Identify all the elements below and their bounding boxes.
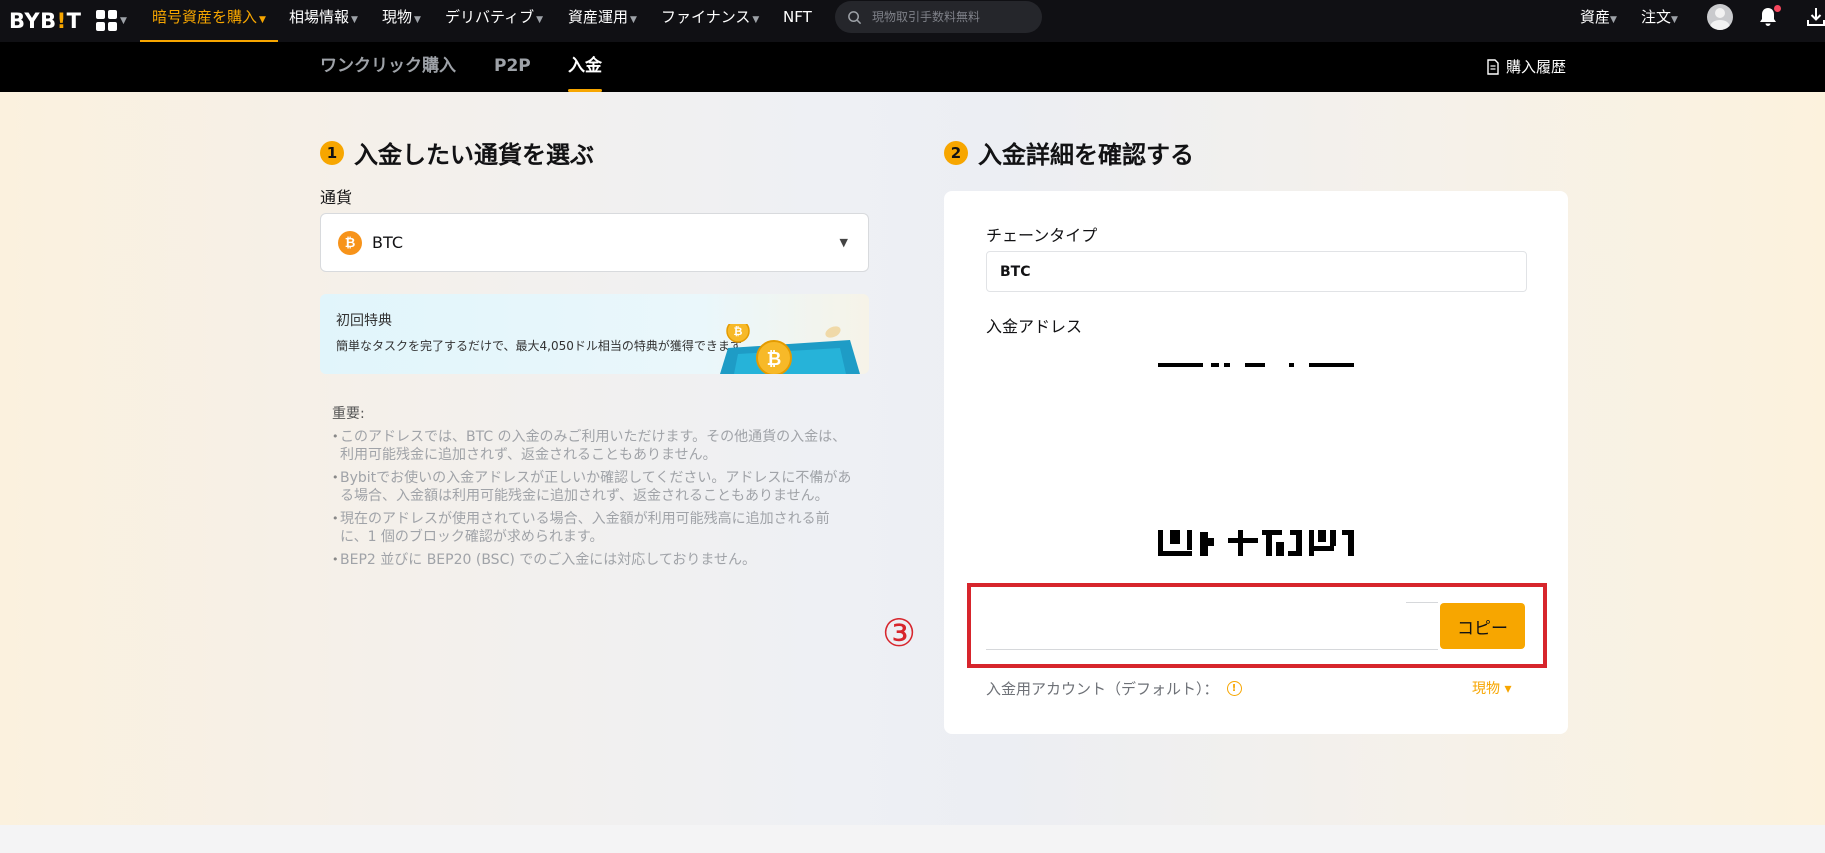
nav-markets[interactable]: 相場情報 ▼ [289, 0, 358, 42]
user-avatar[interactable] [1707, 4, 1733, 30]
account-type-dropdown[interactable]: 現物 ▾ [1472, 678, 1511, 698]
sub-navigation: ワンクリック購入 P2P 入金 購入履歴 [0, 42, 1825, 92]
step-number-badge: 1 [320, 140, 344, 165]
step-1-heading: 1 入金したい通貨を選ぶ [320, 135, 594, 170]
svg-text:₿: ₿ [734, 325, 743, 338]
chevron-down-icon: ▼ [120, 15, 127, 26]
search-icon [848, 10, 862, 24]
step-2-title: 入金詳細を確認する [978, 141, 1194, 169]
chevron-down-icon: ▼ [752, 15, 760, 25]
chevron-down-icon: ▼ [259, 15, 266, 25]
notification-bell-icon[interactable] [1757, 5, 1781, 28]
bitcoin-icon: ₿ [338, 230, 362, 255]
apps-menu-button[interactable]: ▼ [96, 10, 127, 31]
svg-text:₿: ₿ [767, 349, 782, 370]
note-item: BEP2 並びに BEP20 (BSC) でのご入金には対応しておりません。 [332, 551, 857, 569]
promo-title: 初回特典 [336, 313, 392, 329]
chain-type-field[interactable]: BTC [986, 251, 1527, 292]
nav-nft[interactable]: NFT [783, 0, 812, 42]
deposit-address-label: 入金アドレス [986, 317, 1083, 336]
step-2-heading: 2 入金詳細を確認する [944, 135, 1194, 170]
info-icon[interactable]: ! [1226, 681, 1242, 696]
bybit-logo[interactable]: BYB!T [9, 9, 81, 33]
document-icon [1487, 59, 1499, 75]
footer-band [0, 825, 1825, 853]
bitcoin-wallet-illustration: ₿ ₿ [720, 324, 860, 374]
nav-orders[interactable]: 注文▼ [1641, 0, 1678, 34]
tab-deposit[interactable]: 入金 [568, 42, 602, 92]
nav-earn[interactable]: 資産運用 ▼ [568, 0, 637, 42]
search-bar[interactable] [835, 1, 1042, 33]
download-icon[interactable] [1806, 6, 1825, 28]
chevron-down-icon: ▼ [630, 15, 637, 25]
first-bonus-banner[interactable]: 初回特典 簡単なタスクを完了するだけで、最大4,050ドル相当の特典が獲得できま… [320, 294, 869, 374]
chevron-down-icon: ▼ [414, 15, 421, 25]
chevron-down-icon: ▼ [1671, 15, 1678, 25]
notification-dot [1774, 5, 1781, 12]
note-item: Bybitでお使いの入金アドレスが正しいか確認してください。アドレスに不備がある… [332, 469, 857, 505]
top-navigation: BYB!T ▼ 暗号資産を購入 ▼ 相場情報 ▼ 現物 ▼ デリバティブ ▼ 資産運用 ▼… [0, 0, 1825, 42]
nav-derivatives[interactable]: デリバティブ ▼ [445, 0, 543, 42]
step-1-title: 入金したい通貨を選ぶ [354, 141, 594, 169]
apps-grid-icon [96, 10, 117, 31]
highlight-annotation-box [967, 583, 1547, 668]
chevron-down-icon: ▼ [1610, 15, 1617, 25]
chevron-down-icon: ▼ [351, 15, 358, 25]
currency-label: 通貨 [320, 188, 353, 207]
nav-spot[interactable]: 現物 ▼ [382, 0, 421, 42]
chain-type-label: チェーンタイプ [986, 226, 1098, 245]
search-input[interactable] [872, 10, 1032, 24]
annotation-marker-3: ③ [882, 611, 917, 655]
nav-assets[interactable]: 資産▼ [1580, 0, 1617, 34]
notes-heading: 重要: [332, 406, 365, 422]
nav-finance[interactable]: ファイナンス ▼ [661, 0, 759, 42]
step-number-badge: 2 [944, 140, 968, 165]
dropdown-arrow-icon: ▼ [839, 236, 848, 249]
currency-select[interactable]: ₿ BTC ▼ [320, 213, 869, 272]
deposit-account-label: 入金用アカウント（デフォルト）： [986, 680, 1219, 698]
note-item: このアドレスでは、BTC の入金のみご利用いただけます。その他通貨の入金は、利用… [332, 428, 857, 464]
nav-buy-crypto[interactable]: 暗号資産を購入 ▼ [140, 0, 278, 42]
tab-one-click-buy[interactable]: ワンクリック購入 [320, 42, 456, 92]
purchase-history-link[interactable]: 購入履歴 [1486, 42, 1566, 92]
tab-p2p[interactable]: P2P [494, 42, 531, 92]
currency-value: BTC [372, 233, 403, 252]
qr-code [1158, 363, 1354, 556]
important-notes: 重要: このアドレスでは、BTC の入金のみご利用いただけます。その他通貨の入金… [332, 405, 857, 574]
chevron-down-icon: ▼ [536, 15, 544, 25]
deposit-account-row: 入金用アカウント（デフォルト）： ! [986, 678, 1242, 699]
note-item: 現在のアドレスが使用されている場合、入金額が利用可能残高に追加される前に、1 個… [332, 510, 857, 546]
